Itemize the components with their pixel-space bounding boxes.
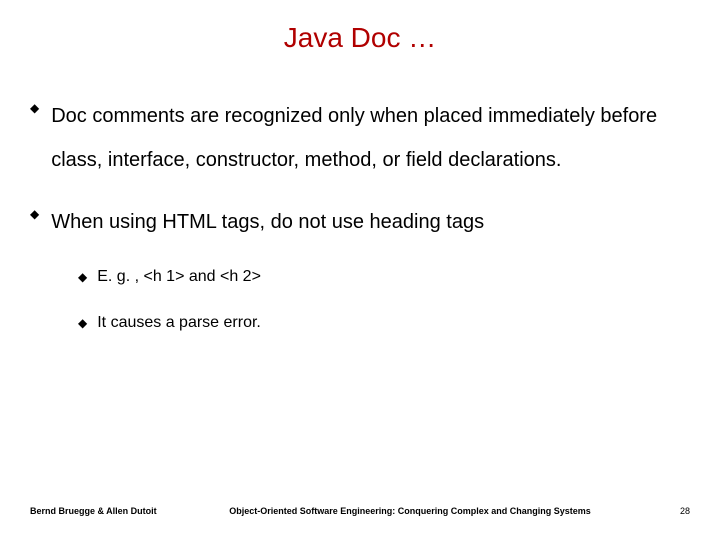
diamond-bullet-icon: ◆ (30, 94, 39, 122)
bullet-item: ◆ When using HTML tags, do not use headi… (30, 200, 690, 244)
slide-content: ◆ Doc comments are recognized only when … (0, 64, 720, 334)
sub-bullet-text: It causes a parse error. (97, 312, 261, 334)
slide-footer: Bernd Bruegge & Allen Dutoit Object-Orie… (0, 506, 720, 516)
footer-page-number: 28 (650, 506, 690, 516)
sub-bullet-item: ◆ E. g. , <h 1> and <h 2> (78, 266, 690, 288)
sub-bullet-item: ◆ It causes a parse error. (78, 312, 690, 334)
square-bullet-icon: ◆ (78, 266, 87, 288)
diamond-bullet-icon: ◆ (30, 200, 39, 228)
slide-title: Java Doc … (0, 0, 720, 64)
sub-bullet-text: E. g. , <h 1> and <h 2> (97, 266, 261, 288)
bullet-item: ◆ Doc comments are recognized only when … (30, 94, 690, 182)
footer-authors: Bernd Bruegge & Allen Dutoit (30, 506, 170, 516)
square-bullet-icon: ◆ (78, 312, 87, 334)
footer-book-title: Object-Oriented Software Engineering: Co… (170, 506, 650, 516)
bullet-text: Doc comments are recognized only when pl… (51, 94, 690, 182)
bullet-text: When using HTML tags, do not use heading… (51, 200, 484, 244)
